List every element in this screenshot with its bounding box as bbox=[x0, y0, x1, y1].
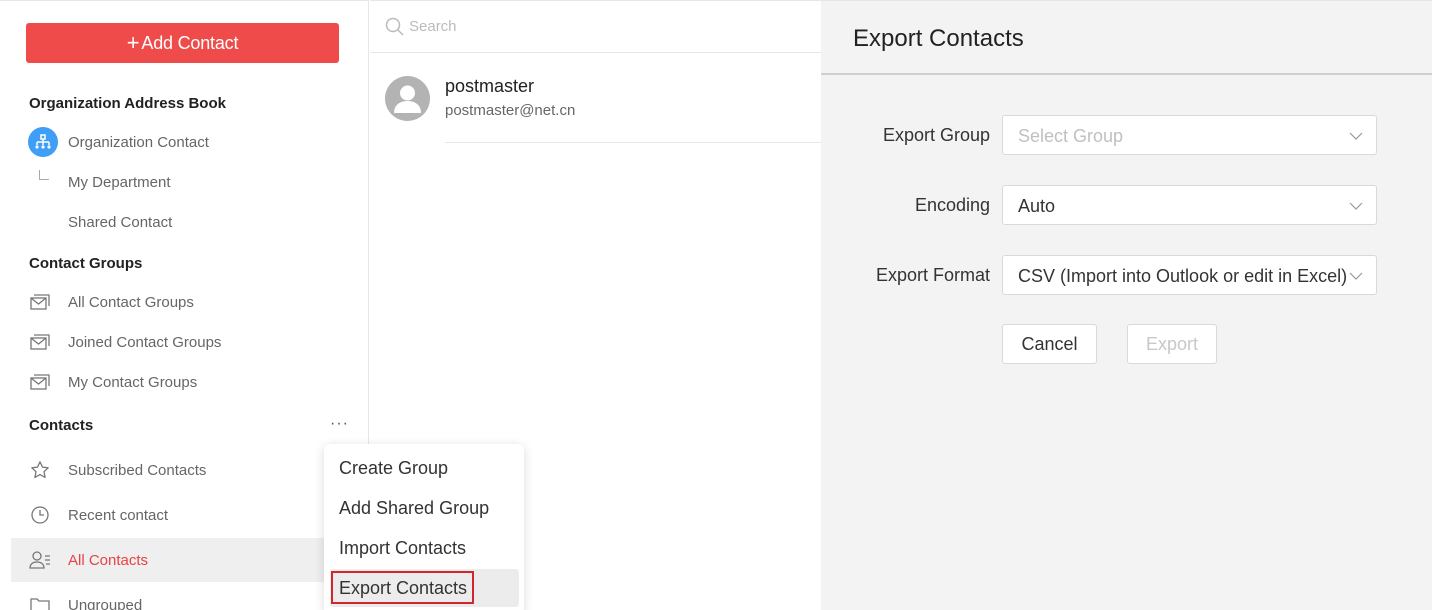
sidebar-item-label: All Contact Groups bbox=[68, 293, 194, 311]
section-title-contacts: Contacts bbox=[29, 417, 94, 434]
sidebar: + Add Contact Organization Address Book … bbox=[0, 0, 369, 610]
add-contact-label: Add Contact bbox=[141, 32, 239, 53]
star-icon bbox=[29, 459, 51, 481]
sidebar-item-all-contacts[interactable]: All Contacts bbox=[11, 538, 369, 582]
sidebar-item-organization-contact[interactable]: Organization Contact bbox=[11, 120, 369, 164]
sidebar-item-all-contact-groups[interactable]: All Contact Groups bbox=[11, 280, 369, 324]
folder-icon bbox=[29, 594, 51, 610]
contacts-app: + Add Contact Organization Address Book … bbox=[0, 0, 1432, 610]
list-item[interactable]: postmaster postmaster@net.cn bbox=[370, 54, 821, 144]
encoding-select[interactable]: Auto bbox=[1002, 185, 1377, 225]
sidebar-item-label: Recent contact bbox=[68, 506, 169, 524]
menu-item-import-contacts[interactable]: Import Contacts bbox=[330, 529, 519, 567]
sidebar-item-label: Organization Contact bbox=[68, 133, 209, 151]
sidebar-item-label: Ungrouped bbox=[68, 596, 143, 610]
select-placeholder: Select Group bbox=[1018, 126, 1124, 146]
sidebar-item-label: My Contact Groups bbox=[68, 373, 198, 391]
sidebar-item-label: All Contacts bbox=[68, 551, 149, 569]
contacts-more-menu: Create Group Add Shared Group Import Con… bbox=[324, 444, 524, 610]
export-panel: Export Contacts Export Group Select Grou… bbox=[821, 0, 1432, 610]
divider bbox=[445, 142, 821, 143]
sidebar-item-shared-contact[interactable]: Shared Contact bbox=[11, 200, 369, 244]
menu-item-label: Add Shared Group bbox=[339, 497, 490, 518]
export-format-label: Export Format bbox=[875, 265, 990, 285]
section-title-organization: Organization Address Book bbox=[29, 95, 226, 112]
plus-icon: + bbox=[126, 30, 140, 55]
sidebar-item-label: Joined Contact Groups bbox=[68, 333, 222, 351]
menu-item-label: Create Group bbox=[339, 457, 449, 478]
export-button[interactable]: Export bbox=[1127, 324, 1217, 364]
sidebar-item-my-contact-groups[interactable]: My Contact Groups bbox=[11, 360, 369, 404]
menu-item-add-shared-group[interactable]: Add Shared Group bbox=[330, 489, 519, 527]
export-group-label: Export Group bbox=[882, 125, 990, 145]
cancel-button[interactable]: Cancel bbox=[1002, 324, 1097, 364]
mail-group-icon bbox=[29, 291, 51, 313]
mail-group-icon bbox=[29, 371, 51, 393]
section-title-contact-groups: Contact Groups bbox=[29, 255, 143, 272]
contacts-list-icon bbox=[29, 549, 51, 571]
sidebar-item-label: My Department bbox=[68, 173, 171, 191]
contact-email: postmaster@net.cn bbox=[445, 102, 576, 119]
search-bar[interactable]: Search bbox=[370, 1, 821, 53]
menu-item-create-group[interactable]: Create Group bbox=[330, 449, 519, 487]
contact-name: postmaster bbox=[445, 76, 535, 96]
chevron-down-icon bbox=[1348, 198, 1364, 214]
sidebar-item-label: Subscribed Contacts bbox=[68, 461, 207, 479]
panel-header: Export Contacts bbox=[821, 1, 1432, 75]
add-contact-button[interactable]: + Add Contact bbox=[26, 23, 339, 63]
tree-branch-icon bbox=[39, 170, 49, 180]
more-options-icon[interactable]: ··· bbox=[330, 415, 349, 433]
chevron-down-icon bbox=[1348, 128, 1364, 144]
mail-group-icon bbox=[29, 331, 51, 353]
menu-item-export-contacts[interactable]: Export Contacts bbox=[330, 569, 519, 607]
chevron-down-icon bbox=[1348, 268, 1364, 284]
search-icon bbox=[385, 17, 405, 37]
avatar bbox=[385, 76, 430, 121]
select-value: CSV (Import into Outlook or edit in Exce… bbox=[1018, 266, 1348, 286]
menu-item-label: Import Contacts bbox=[339, 537, 467, 558]
highlight-box bbox=[331, 571, 474, 604]
sidebar-item-recent-contact[interactable]: Recent contact bbox=[11, 493, 369, 537]
sidebar-item-label: Shared Contact bbox=[68, 213, 173, 231]
organization-icon bbox=[28, 127, 58, 157]
clock-icon bbox=[29, 504, 51, 526]
page-title: Export Contacts bbox=[853, 25, 1024, 52]
search-input[interactable]: Search bbox=[409, 18, 457, 35]
encoding-label: Encoding bbox=[914, 195, 990, 215]
sidebar-item-my-department[interactable]: My Department bbox=[11, 160, 369, 204]
select-value: Auto bbox=[1018, 196, 1056, 216]
sidebar-item-ungrouped[interactable]: Ungrouped bbox=[11, 583, 369, 610]
export-format-select[interactable]: CSV (Import into Outlook or edit in Exce… bbox=[1002, 255, 1377, 295]
sidebar-item-subscribed-contacts[interactable]: Subscribed Contacts bbox=[11, 448, 369, 492]
export-group-select[interactable]: Select Group bbox=[1002, 115, 1377, 155]
sidebar-item-joined-contact-groups[interactable]: Joined Contact Groups bbox=[11, 320, 369, 364]
